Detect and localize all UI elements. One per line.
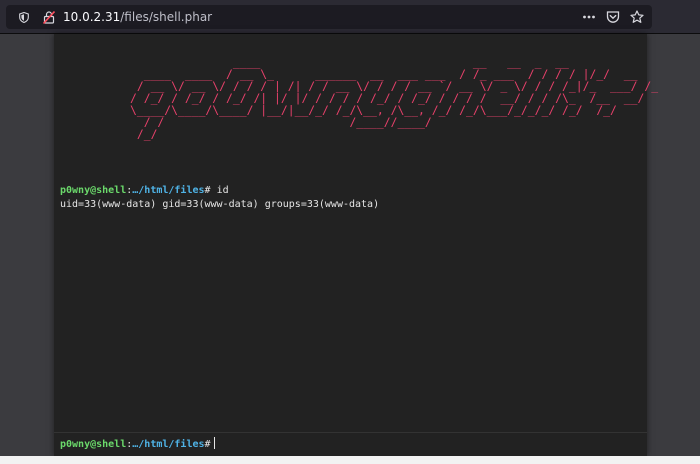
- url-actions: [582, 9, 644, 25]
- prompt-user: p0wny@shell: [60, 185, 127, 196]
- url-host: 10.0.2.31: [63, 10, 121, 24]
- shell-terminal[interactable]: ____ __ __ _ __ ____ ____ / __ \_ ______…: [54, 34, 658, 456]
- more-dots-icon[interactable]: [582, 10, 596, 24]
- command-line: p0wny@shell:…/html/files# id: [60, 184, 229, 197]
- url-text[interactable]: 10.0.2.31/files/shell.phar: [63, 9, 212, 25]
- url-path: /files/shell.phar: [120, 10, 213, 24]
- input-prompt[interactable]: p0wny@shell:…/html/files#: [60, 437, 215, 451]
- url-bar[interactable]: 10.0.2.31/files/shell.phar: [6, 5, 652, 29]
- prompt-path: …/html/files: [132, 439, 205, 450]
- prompt-path: …/html/files: [132, 185, 205, 196]
- bookmark-star-icon[interactable]: [630, 10, 644, 24]
- text-cursor: [213, 437, 215, 449]
- p0wny-shell-banner: ____ __ __ _ __ ____ ____ / __ \_ ______…: [130, 55, 659, 141]
- insecure-lock-icon[interactable]: [43, 11, 55, 24]
- command-text: id: [210, 185, 229, 196]
- shield-icon[interactable]: [19, 12, 29, 23]
- prompt-user: p0wny@shell: [60, 439, 127, 450]
- bottom-strip: [0, 456, 700, 464]
- browser-toolbar: 10.0.2.31/files/shell.phar: [0, 0, 700, 34]
- command-output: uid=33(www-data) gid=33(www-data) groups…: [60, 199, 380, 210]
- prompt-hash: #: [204, 439, 211, 450]
- shell-input-row[interactable]: p0wny@shell:…/html/files#: [54, 432, 647, 454]
- pocket-icon[interactable]: [606, 10, 620, 24]
